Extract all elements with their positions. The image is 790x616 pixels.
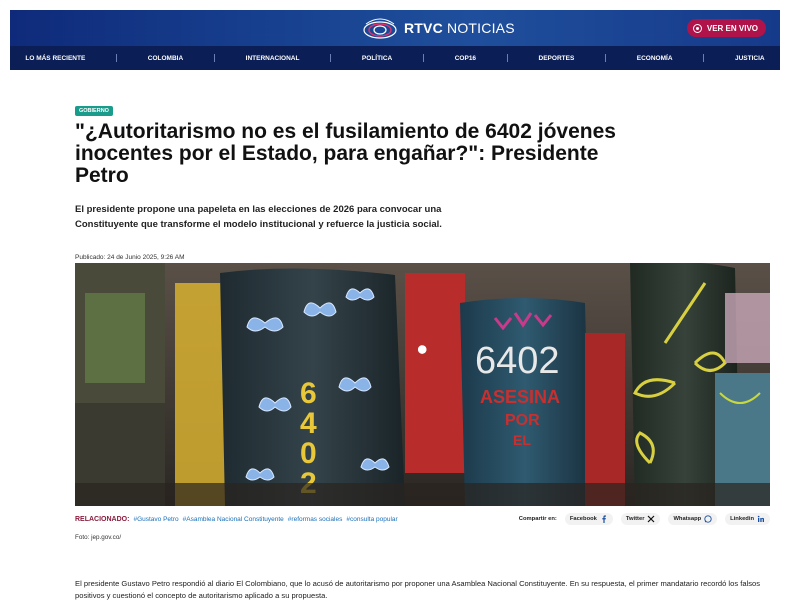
related-tag-gustavo-petro[interactable]: #Gustavo Petro xyxy=(133,516,178,523)
x-icon xyxy=(648,515,655,523)
nav-item-deportes[interactable]: DEPORTES xyxy=(539,55,575,62)
nav-separator xyxy=(116,54,118,62)
boots-photo: ● 6 4 0 2 6402 ASESINA POR EL xyxy=(75,263,770,506)
nav-item-justicia[interactable]: JUSTICIA xyxy=(735,55,765,62)
boot-number: 6402 xyxy=(475,340,560,382)
related-tag-consulta[interactable]: #consulta popular xyxy=(346,516,397,523)
facebook-icon xyxy=(602,515,606,523)
share-button-label: Twitter xyxy=(625,516,645,522)
nav-separator xyxy=(605,54,607,62)
share-label: Compartir en: xyxy=(518,516,557,522)
boot-text-por: POR xyxy=(505,412,540,429)
share-whatsapp-button[interactable]: Whatsapp xyxy=(668,513,718,525)
site-header: RTVC NOTICIAS VER EN VIVO xyxy=(10,10,780,46)
nav-item-cop16[interactable]: COP16 xyxy=(455,55,476,62)
category-badge[interactable]: GOBIERNO xyxy=(75,106,113,116)
boot-text-el: EL xyxy=(513,432,531,448)
article-title: "¿Autoritarismo no es el fusilamiento de… xyxy=(75,120,616,187)
nav-separator xyxy=(703,54,705,62)
whatsapp-icon xyxy=(704,515,712,523)
nav-item-economia[interactable]: ECONOMÍA xyxy=(637,55,673,62)
share-button-label: Linkedin xyxy=(730,516,754,522)
nav-item-internacional[interactable]: INTERNACIONAL xyxy=(246,55,300,62)
nav-separator xyxy=(213,54,215,62)
boot-digit: 6 xyxy=(300,377,317,410)
rtvc-logo-icon xyxy=(363,18,397,39)
nav-separator xyxy=(423,54,424,62)
nav-separator xyxy=(330,54,332,62)
related-tag-reformas[interactable]: #reformas sociales xyxy=(288,516,343,523)
article-body: El presidente Gustavo Petro respondió al… xyxy=(75,579,761,600)
related-label: RELACIONADO: xyxy=(75,516,130,523)
linkedin-icon xyxy=(757,515,764,522)
live-icon xyxy=(692,23,702,33)
related-tags: RELACIONADO: #Gustavo Petro #Asamblea Na… xyxy=(75,516,398,523)
main-nav: LO MÁS RECIENTE COLOMBIA INTERNACIONAL P… xyxy=(10,46,780,70)
share-linkedin-button[interactable]: Linkedin xyxy=(725,513,770,525)
photo-credit: Foto: jep.gov.co/ xyxy=(75,534,122,541)
site-logo[interactable]: RTVC NOTICIAS xyxy=(362,16,515,40)
boot-digit: 4 xyxy=(300,407,317,440)
live-label: VER EN VIVO xyxy=(706,23,758,33)
share-bar: Compartir en: Facebook Twitter Whatsapp … xyxy=(519,513,770,525)
related-tag-asamblea[interactable]: #Asamblea Nacional Constituyente xyxy=(183,516,284,523)
nav-item-lo-mas-reciente[interactable]: LO MÁS RECIENTE xyxy=(25,55,85,62)
nav-item-politica[interactable]: POLÍTICA xyxy=(362,55,392,62)
boot-digit: 0 xyxy=(300,437,317,470)
boot-text-asesina: ASESINA xyxy=(480,387,560,407)
nav-separator xyxy=(506,54,508,62)
publish-date: Publicado: 24 de Junio 2025, 9:26 AM xyxy=(75,254,185,261)
share-button-label: Facebook xyxy=(569,516,597,522)
ver-en-vivo-button[interactable]: VER EN VIVO xyxy=(686,19,766,37)
share-button-label: Whatsapp xyxy=(673,516,702,522)
share-twitter-button[interactable]: Twitter xyxy=(620,513,661,525)
article-subtitle: El presidente propone una papeleta en la… xyxy=(75,204,442,230)
hero-image: ● 6 4 0 2 6402 ASESINA POR EL xyxy=(75,263,770,506)
nav-item-colombia[interactable]: COLOMBIA xyxy=(148,55,183,62)
brand-name: RTVC NOTICIAS xyxy=(404,20,515,36)
share-facebook-button[interactable]: Facebook xyxy=(564,513,613,525)
